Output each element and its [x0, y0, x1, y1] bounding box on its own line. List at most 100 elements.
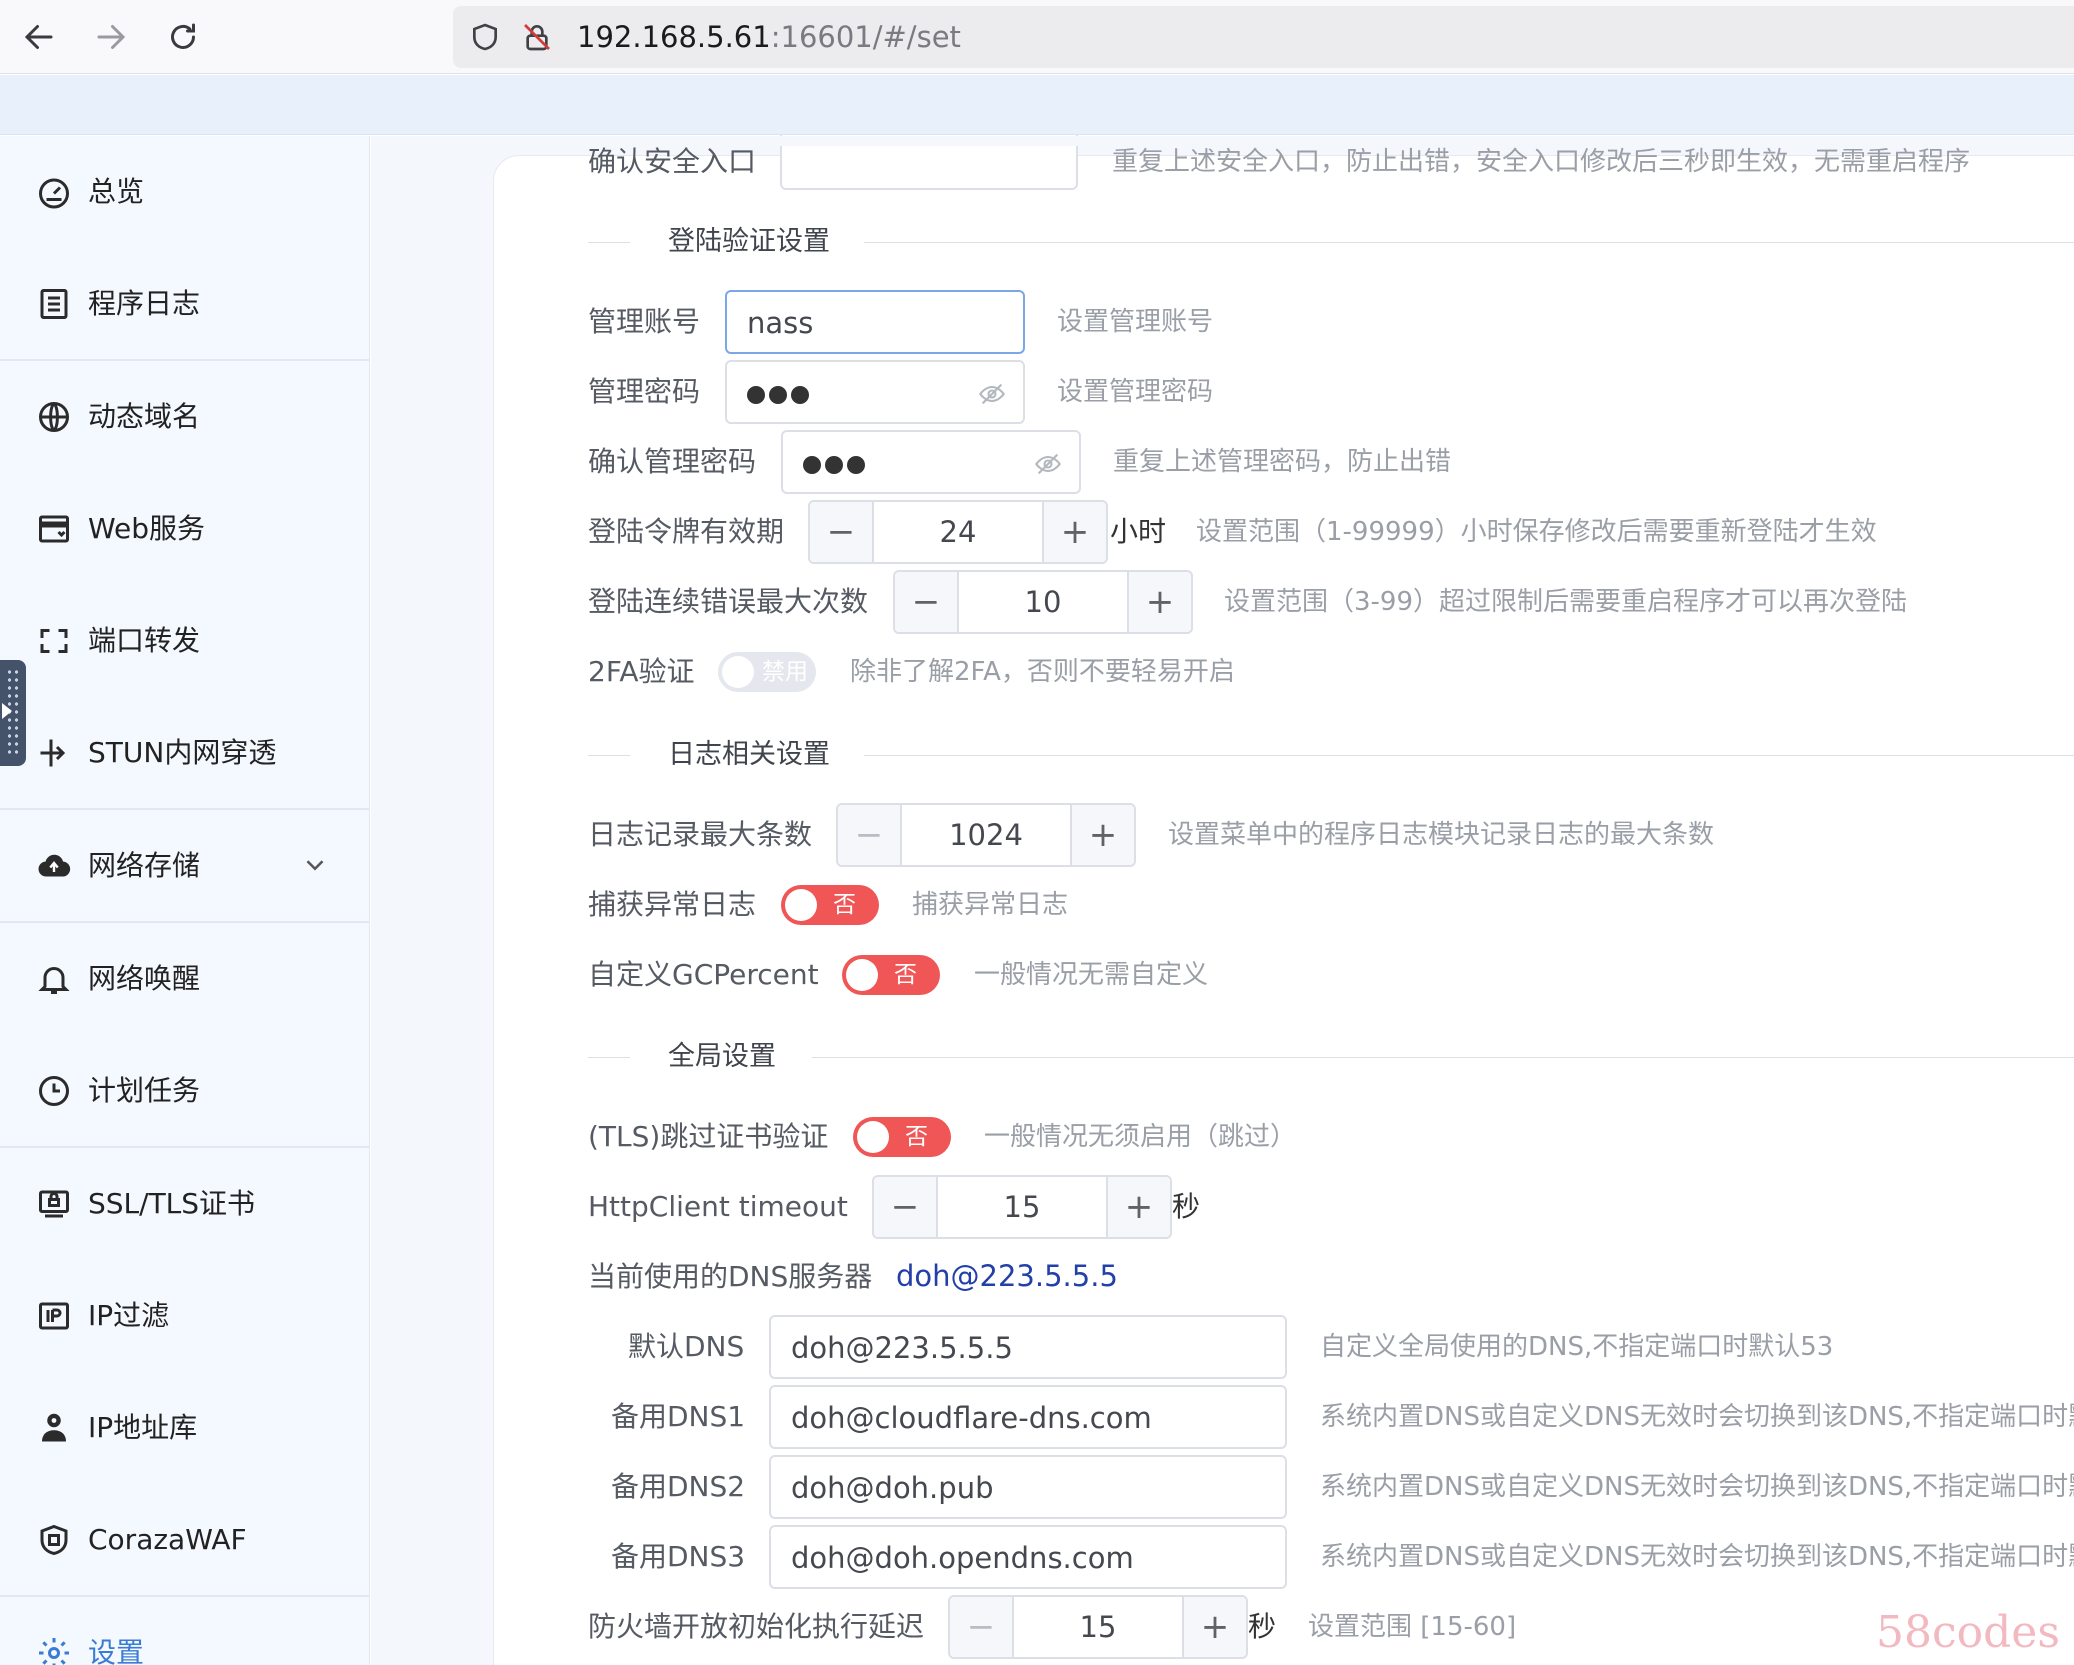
web-window-icon — [39, 515, 69, 543]
default-dns-value: doh@223.5.5.5 — [791, 1331, 1013, 1365]
play-icon — [2, 703, 12, 719]
confirm-password-hint: 重复上述管理密码，防止出错 — [1113, 447, 1452, 477]
http-timeout-stepper[interactable]: − 15 + — [872, 1175, 1172, 1239]
sidebar-item-wol[interactable]: 网络唤醒 — [0, 923, 369, 1035]
increment-button[interactable]: + — [1070, 805, 1134, 865]
decrement-button[interactable]: − — [950, 1597, 1014, 1657]
default-dns-label: 默认DNS — [628, 1330, 745, 1363]
insecure-lock-icon[interactable] — [521, 21, 553, 53]
confirm-password-label: 确认管理密码 — [588, 445, 757, 478]
sidebar-item-label: 动态域名 — [88, 400, 201, 433]
browser-toolbar: 192.168.5.61:16601/#/set — [0, 0, 2074, 74]
sidebar: 总览 程序日志 动态域名 Web服务 端口转发 STUN内网穿透 网络存储 网络… — [0, 136, 370, 1665]
default-dns-input[interactable]: doh@223.5.5.5 — [769, 1315, 1287, 1379]
confirm-password-input[interactable] — [781, 430, 1081, 494]
decrement-button[interactable]: − — [895, 572, 959, 632]
watermark: 58codes — [1876, 1607, 2060, 1658]
twofa-switch[interactable]: 禁用 — [718, 652, 816, 692]
admin-password-hint: 设置管理密码 — [1057, 377, 1214, 407]
certificate-icon — [39, 1190, 69, 1218]
increment-button[interactable]: + — [1127, 572, 1191, 632]
log-icon — [40, 289, 68, 319]
forward-button[interactable] — [84, 10, 138, 64]
switch-knob — [857, 1121, 889, 1153]
sidebar-item-label: 网络存储 — [88, 849, 201, 882]
chevron-down-icon[interactable] — [300, 850, 330, 880]
sidebar-item-web-service[interactable]: Web服务 — [0, 473, 369, 585]
token-validity-unit: 小时 — [1110, 515, 1167, 548]
sidebar-item-ip-filter[interactable]: IP过滤 — [0, 1260, 369, 1372]
backup-dns1-hint: 系统内置DNS或自定义DNS无效时会切换到该DNS,不指定端口时默 — [1320, 1402, 2074, 1432]
capture-error-log-hint: 捕获异常日志 — [912, 890, 1069, 920]
max-login-errors-label: 登陆连续错误最大次数 — [588, 585, 869, 618]
back-button[interactable] — [12, 10, 66, 64]
admin-account-input[interactable]: nass — [725, 290, 1025, 354]
sidebar-item-ssl[interactable]: SSL/TLS证书 — [0, 1148, 369, 1260]
section-line-left — [588, 755, 630, 756]
sidebar-item-port-forward[interactable]: 端口转发 — [0, 585, 369, 697]
token-validity-stepper[interactable]: − 24 + — [808, 500, 1108, 564]
section-login: 登陆验证设置 — [0, 222, 2074, 262]
backup-dns2-input[interactable]: doh@doh.pub — [769, 1455, 1287, 1519]
reload-button[interactable] — [156, 10, 210, 64]
sidebar-item-label: SSL/TLS证书 — [88, 1187, 256, 1220]
sidebar-item-corazawaf[interactable]: CorazaWAF — [0, 1484, 369, 1596]
eye-off-icon[interactable] — [977, 380, 1007, 408]
sidebar-item-ddns[interactable]: 动态域名 — [0, 361, 369, 473]
token-validity-hint: 设置范围（1-99999）小时保存修改后需要重新登陆才生效 — [1196, 517, 1877, 547]
sidebar-item-label: 总览 — [88, 175, 145, 208]
sidebar-item-settings[interactable]: 设置 — [0, 1597, 369, 1665]
tls-skip-label: (TLS)跳过证书验证 — [588, 1120, 829, 1153]
password-mask — [803, 456, 865, 474]
decrement-button[interactable]: − — [838, 805, 902, 865]
backup-dns1-input[interactable]: doh@cloudflare-dns.com — [769, 1385, 1287, 1449]
firewall-delay-hint: 设置范围 [15-60] — [1308, 1612, 1517, 1642]
capture-error-log-switch[interactable]: 否 — [781, 885, 879, 925]
switch-knob — [785, 889, 817, 921]
address-bar[interactable]: 192.168.5.61:16601/#/set — [453, 6, 2074, 68]
admin-password-input[interactable] — [725, 360, 1025, 424]
log-max-records-value[interactable]: 1024 — [902, 815, 1070, 855]
switch-knob — [846, 959, 878, 991]
port-forward-icon — [40, 629, 68, 653]
increment-button[interactable]: + — [1182, 1597, 1246, 1657]
sidebar-item-label: IP过滤 — [88, 1299, 170, 1332]
twofa-hint: 除非了解2FA，否则不要轻易开启 — [850, 657, 1235, 687]
decrement-button[interactable]: − — [874, 1177, 938, 1237]
http-timeout-label: HttpClient timeout — [588, 1190, 848, 1223]
increment-button[interactable]: + — [1042, 502, 1106, 562]
max-login-errors-stepper[interactable]: − 10 + — [893, 570, 1193, 634]
location-user-icon — [42, 1413, 66, 1442]
decrement-button[interactable]: − — [810, 502, 874, 562]
admin-password-label: 管理密码 — [588, 375, 701, 408]
tls-skip-switch[interactable]: 否 — [853, 1117, 951, 1157]
token-validity-value[interactable]: 24 — [874, 512, 1042, 552]
max-login-errors-value[interactable]: 10 — [959, 582, 1127, 622]
clock-icon — [39, 1076, 69, 1106]
dns-icon — [39, 402, 69, 432]
sidebar-item-network-storage[interactable]: 网络存储 — [0, 810, 369, 922]
sidebar-item-ip-database[interactable]: IP地址库 — [0, 1372, 369, 1484]
eye-off-icon[interactable] — [1033, 450, 1063, 478]
section-title: 全局设置 — [668, 1041, 776, 1072]
sidebar-item-program-log[interactable]: 程序日志 — [0, 248, 369, 360]
sidebar-item-label: 网络唤醒 — [88, 962, 201, 995]
sidebar-item-label: 计划任务 — [88, 1074, 201, 1107]
shield-icon — [40, 1524, 68, 1556]
token-validity-label: 登陆令牌有效期 — [588, 515, 785, 548]
log-max-records-stepper[interactable]: − 1024 + — [836, 803, 1136, 867]
log-max-records-label: 日志记录最大条数 — [588, 818, 813, 851]
firewall-delay-value[interactable]: 15 — [1014, 1607, 1182, 1647]
http-timeout-value[interactable]: 15 — [938, 1187, 1106, 1227]
gcpercent-switch[interactable]: 否 — [842, 955, 940, 995]
url-host: 192.168.5.61 — [577, 20, 771, 54]
backup-dns1-label: 备用DNS1 — [611, 1400, 746, 1433]
password-mask — [747, 386, 809, 404]
section-line-left — [588, 242, 630, 243]
admin-account-label: 管理账号 — [588, 305, 701, 338]
default-dns-hint: 自定义全局使用的DNS,不指定端口时默认53 — [1320, 1332, 1834, 1362]
backup-dns3-input[interactable]: doh@doh.opendns.com — [769, 1525, 1287, 1589]
backup-dns2-hint: 系统内置DNS或自定义DNS无效时会切换到该DNS,不指定端口时默 — [1320, 1472, 2074, 1502]
increment-button[interactable]: + — [1106, 1177, 1170, 1237]
firewall-delay-stepper[interactable]: − 15 + — [948, 1595, 1248, 1659]
